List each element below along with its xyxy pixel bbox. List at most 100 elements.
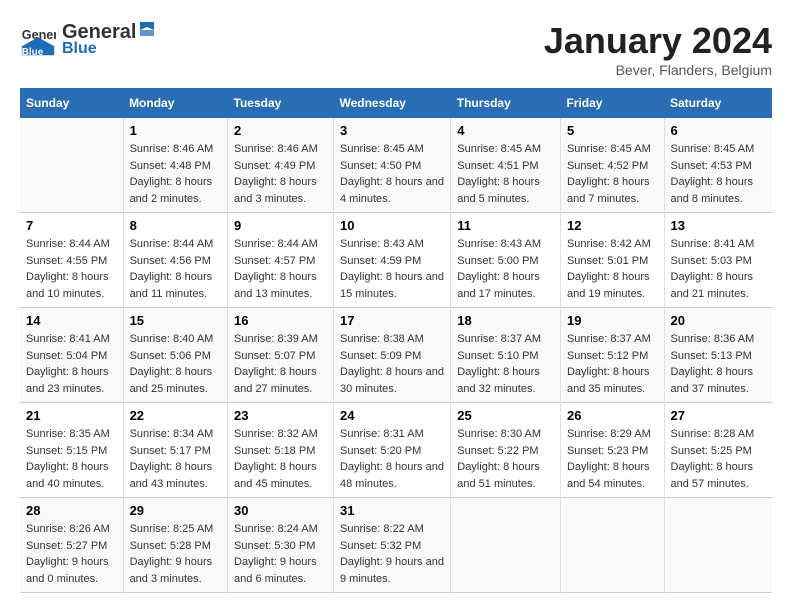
day-info: Sunrise: 8:43 AMSunset: 4:59 PMDaylight:… bbox=[340, 236, 444, 302]
calendar-cell: 30Sunrise: 8:24 AMSunset: 5:30 PMDayligh… bbox=[228, 498, 334, 593]
day-number: 11 bbox=[457, 218, 554, 233]
day-number: 27 bbox=[671, 408, 767, 423]
day-info: Sunrise: 8:39 AMSunset: 5:07 PMDaylight:… bbox=[234, 331, 327, 397]
calendar-cell bbox=[664, 498, 772, 593]
day-info: Sunrise: 8:29 AMSunset: 5:23 PMDaylight:… bbox=[567, 426, 658, 492]
day-info: Sunrise: 8:25 AMSunset: 5:28 PMDaylight:… bbox=[130, 521, 221, 587]
day-number: 17 bbox=[340, 313, 444, 328]
calendar-cell: 2 Sunrise: 8:46 AMSunset: 4:49 PMDaylight… bbox=[228, 118, 334, 213]
calendar-cell: 25 Sunrise: 8:30 AMSunset: 5:22 PMDayligh… bbox=[451, 403, 561, 498]
day-number: 7 bbox=[26, 218, 117, 233]
calendar-cell: 9Sunrise: 8:44 AMSunset: 4:57 PMDaylight… bbox=[228, 213, 334, 308]
header: General Blue General Blue January 2024 B… bbox=[20, 20, 772, 78]
calendar-cell: 27 Sunrise: 8:28 AMSunset: 5:25 PMDayligh… bbox=[664, 403, 772, 498]
header-day-friday: Friday bbox=[560, 88, 664, 118]
day-number: 20 bbox=[671, 313, 767, 328]
calendar-cell: 26 Sunrise: 8:29 AMSunset: 5:23 PMDayligh… bbox=[560, 403, 664, 498]
header-day-tuesday: Tuesday bbox=[228, 88, 334, 118]
day-number: 3 bbox=[340, 123, 444, 138]
calendar-cell: 21Sunrise: 8:35 AMSunset: 5:15 PMDayligh… bbox=[20, 403, 123, 498]
day-info: Sunrise: 8:44 AMSunset: 4:56 PMDaylight:… bbox=[130, 236, 221, 302]
calendar-cell: 23 Sunrise: 8:32 AMSunset: 5:18 PMDayligh… bbox=[228, 403, 334, 498]
calendar-week-row: 7 Sunrise: 8:44 AMSunset: 4:55 PMDaylight… bbox=[20, 213, 772, 308]
logo-icon: General Blue bbox=[20, 21, 56, 57]
header-day-saturday: Saturday bbox=[664, 88, 772, 118]
calendar-cell: 6Sunrise: 8:45 AMSunset: 4:53 PMDaylight… bbox=[664, 118, 772, 213]
calendar-cell: 14Sunrise: 8:41 AMSunset: 5:04 PMDayligh… bbox=[20, 308, 123, 403]
day-number: 28 bbox=[26, 503, 117, 518]
day-number: 21 bbox=[26, 408, 117, 423]
calendar-table: SundayMondayTuesdayWednesdayThursdayFrid… bbox=[20, 88, 772, 593]
calendar-cell: 13 Sunrise: 8:41 AMSunset: 5:03 PMDayligh… bbox=[664, 213, 772, 308]
calendar-cell: 31 Sunrise: 8:22 AMSunset: 5:32 PMDayligh… bbox=[333, 498, 450, 593]
calendar-cell: 28 Sunrise: 8:26 AMSunset: 5:27 PMDayligh… bbox=[20, 498, 123, 593]
page-subtitle: Bever, Flanders, Belgium bbox=[544, 62, 772, 78]
day-number: 23 bbox=[234, 408, 327, 423]
svg-text:Blue: Blue bbox=[22, 47, 44, 57]
day-info: Sunrise: 8:22 AMSunset: 5:32 PMDaylight:… bbox=[340, 521, 444, 587]
calendar-cell bbox=[20, 118, 123, 213]
calendar-cell bbox=[451, 498, 561, 593]
day-info: Sunrise: 8:30 AMSunset: 5:22 PMDaylight:… bbox=[457, 426, 554, 492]
calendar-week-row: 1Sunrise: 8:46 AMSunset: 4:48 PMDaylight… bbox=[20, 118, 772, 213]
day-info: Sunrise: 8:26 AMSunset: 5:27 PMDaylight:… bbox=[26, 521, 117, 587]
calendar-cell: 16Sunrise: 8:39 AMSunset: 5:07 PMDayligh… bbox=[228, 308, 334, 403]
day-info: Sunrise: 8:24 AMSunset: 5:30 PMDaylight:… bbox=[234, 521, 327, 587]
calendar-week-row: 14Sunrise: 8:41 AMSunset: 5:04 PMDayligh… bbox=[20, 308, 772, 403]
calendar-cell: 29Sunrise: 8:25 AMSunset: 5:28 PMDayligh… bbox=[123, 498, 227, 593]
day-number: 1 bbox=[130, 123, 221, 138]
day-number: 25 bbox=[457, 408, 554, 423]
day-info: Sunrise: 8:43 AMSunset: 5:00 PMDaylight:… bbox=[457, 236, 554, 302]
day-info: Sunrise: 8:38 AMSunset: 5:09 PMDaylight:… bbox=[340, 331, 444, 397]
day-number: 19 bbox=[567, 313, 658, 328]
day-info: Sunrise: 8:44 AMSunset: 4:55 PMDaylight:… bbox=[26, 236, 117, 302]
calendar-week-row: 28 Sunrise: 8:26 AMSunset: 5:27 PMDayligh… bbox=[20, 498, 772, 593]
day-info: Sunrise: 8:28 AMSunset: 5:25 PMDaylight:… bbox=[671, 426, 767, 492]
day-info: Sunrise: 8:37 AMSunset: 5:12 PMDaylight:… bbox=[567, 331, 658, 397]
calendar-week-row: 21Sunrise: 8:35 AMSunset: 5:15 PMDayligh… bbox=[20, 403, 772, 498]
calendar-cell: 18Sunrise: 8:37 AMSunset: 5:10 PMDayligh… bbox=[451, 308, 561, 403]
day-info: Sunrise: 8:41 AMSunset: 5:03 PMDaylight:… bbox=[671, 236, 767, 302]
day-info: Sunrise: 8:41 AMSunset: 5:04 PMDaylight:… bbox=[26, 331, 117, 397]
logo: General Blue General Blue bbox=[20, 20, 158, 58]
day-info: Sunrise: 8:45 AMSunset: 4:51 PMDaylight:… bbox=[457, 141, 554, 207]
day-info: Sunrise: 8:46 AMSunset: 4:49 PMDaylight:… bbox=[234, 141, 327, 207]
day-number: 6 bbox=[671, 123, 767, 138]
day-number: 26 bbox=[567, 408, 658, 423]
calendar-cell: 1Sunrise: 8:46 AMSunset: 4:48 PMDaylight… bbox=[123, 118, 227, 213]
day-number: 24 bbox=[340, 408, 444, 423]
day-number: 2 bbox=[234, 123, 327, 138]
calendar-cell: 22 Sunrise: 8:34 AMSunset: 5:17 PMDayligh… bbox=[123, 403, 227, 498]
day-number: 13 bbox=[671, 218, 767, 233]
day-info: Sunrise: 8:36 AMSunset: 5:13 PMDaylight:… bbox=[671, 331, 767, 397]
day-info: Sunrise: 8:32 AMSunset: 5:18 PMDaylight:… bbox=[234, 426, 327, 492]
calendar-cell: 4 Sunrise: 8:45 AMSunset: 4:51 PMDaylight… bbox=[451, 118, 561, 213]
day-number: 31 bbox=[340, 503, 444, 518]
calendar-cell: 7 Sunrise: 8:44 AMSunset: 4:55 PMDaylight… bbox=[20, 213, 123, 308]
day-number: 12 bbox=[567, 218, 658, 233]
day-info: Sunrise: 8:40 AMSunset: 5:06 PMDaylight:… bbox=[130, 331, 221, 397]
calendar-cell: 24 Sunrise: 8:31 AMSunset: 5:20 PMDayligh… bbox=[333, 403, 450, 498]
day-number: 5 bbox=[567, 123, 658, 138]
calendar-cell: 20 Sunrise: 8:36 AMSunset: 5:13 PMDayligh… bbox=[664, 308, 772, 403]
calendar-cell bbox=[560, 498, 664, 593]
logo-flag-icon bbox=[138, 20, 156, 38]
day-number: 18 bbox=[457, 313, 554, 328]
day-info: Sunrise: 8:34 AMSunset: 5:17 PMDaylight:… bbox=[130, 426, 221, 492]
day-info: Sunrise: 8:42 AMSunset: 5:01 PMDaylight:… bbox=[567, 236, 658, 302]
calendar-cell: 8 Sunrise: 8:44 AMSunset: 4:56 PMDaylight… bbox=[123, 213, 227, 308]
day-info: Sunrise: 8:31 AMSunset: 5:20 PMDaylight:… bbox=[340, 426, 444, 492]
calendar-cell: 12 Sunrise: 8:42 AMSunset: 5:01 PMDayligh… bbox=[560, 213, 664, 308]
day-number: 15 bbox=[130, 313, 221, 328]
day-number: 22 bbox=[130, 408, 221, 423]
calendar-cell: 5Sunrise: 8:45 AMSunset: 4:52 PMDaylight… bbox=[560, 118, 664, 213]
calendar-cell: 3 Sunrise: 8:45 AMSunset: 4:50 PMDaylight… bbox=[333, 118, 450, 213]
calendar-cell: 11 Sunrise: 8:43 AMSunset: 5:00 PMDayligh… bbox=[451, 213, 561, 308]
day-number: 10 bbox=[340, 218, 444, 233]
page-title: January 2024 bbox=[544, 20, 772, 62]
day-number: 8 bbox=[130, 218, 221, 233]
day-number: 4 bbox=[457, 123, 554, 138]
calendar-cell: 19 Sunrise: 8:37 AMSunset: 5:12 PMDayligh… bbox=[560, 308, 664, 403]
day-info: Sunrise: 8:45 AMSunset: 4:50 PMDaylight:… bbox=[340, 141, 444, 207]
calendar-cell: 15 Sunrise: 8:40 AMSunset: 5:06 PMDayligh… bbox=[123, 308, 227, 403]
